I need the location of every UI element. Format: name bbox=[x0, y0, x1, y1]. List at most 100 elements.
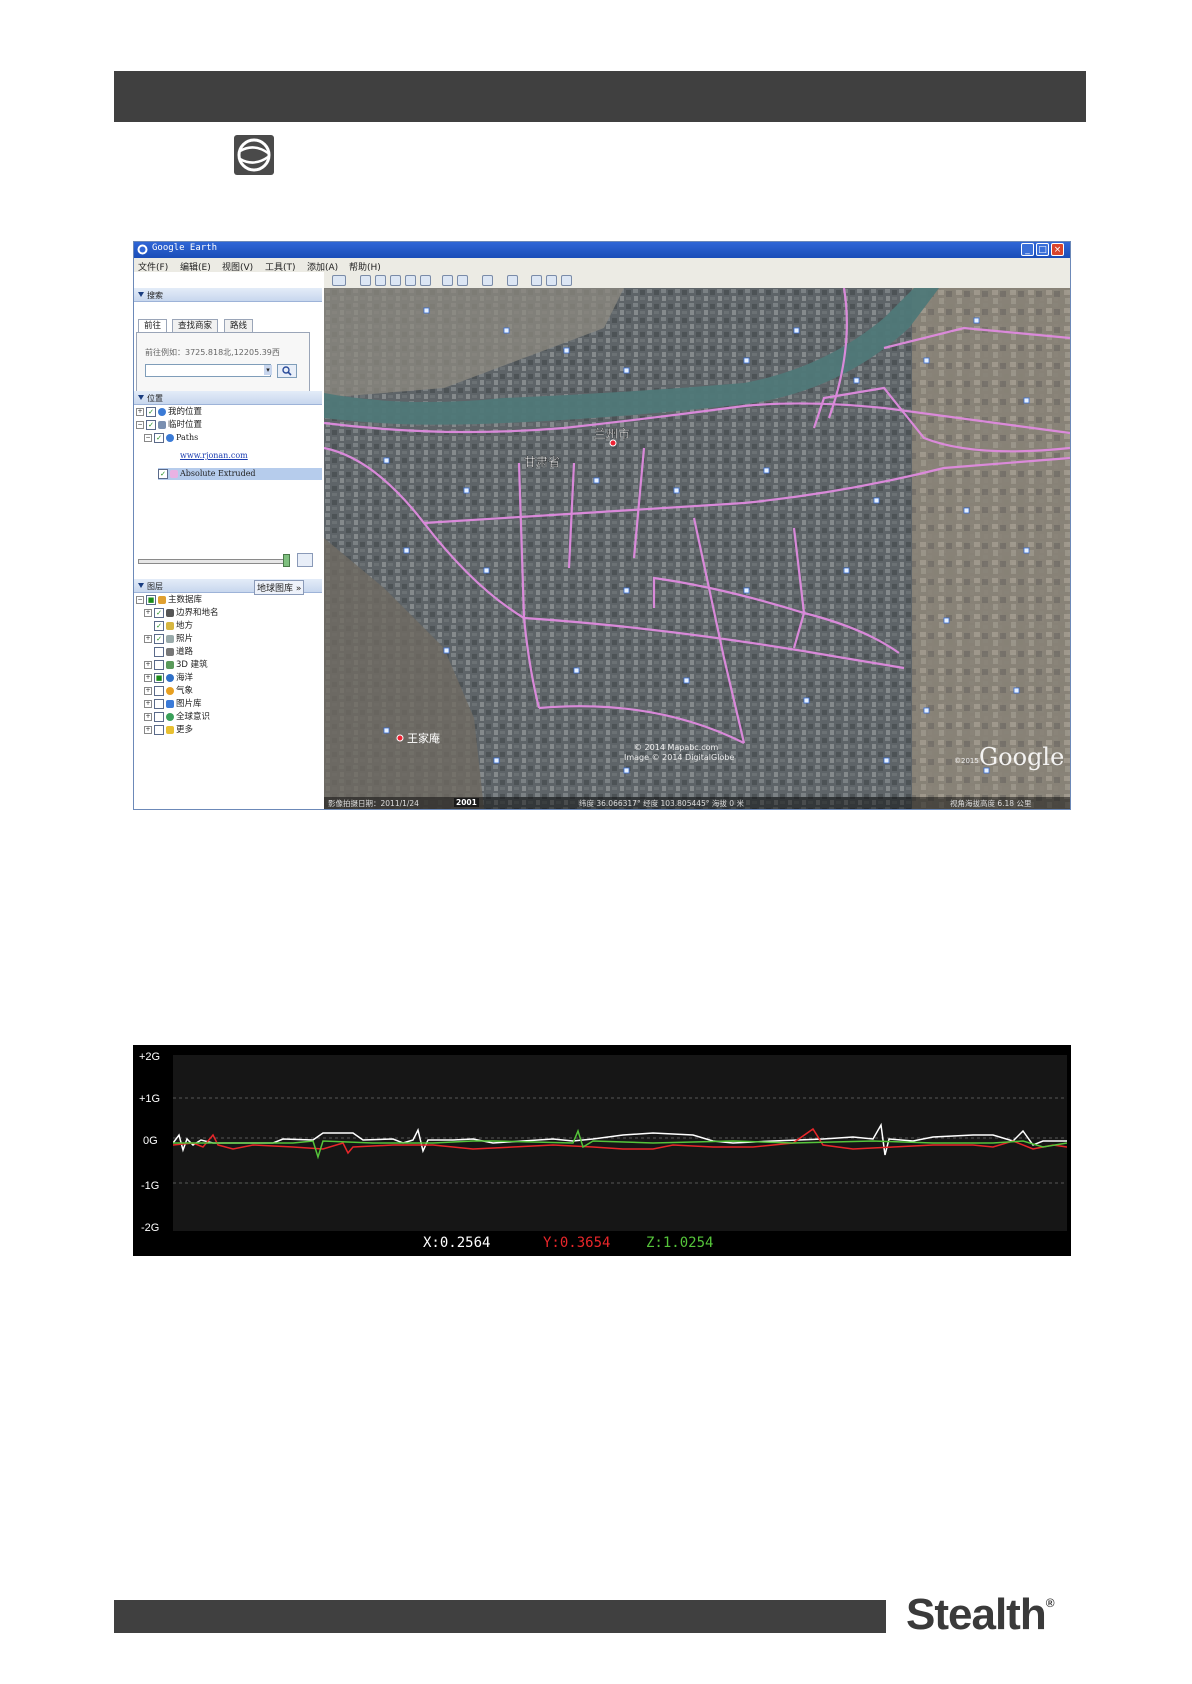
expand-icon[interactable]: − bbox=[136, 595, 144, 604]
expand-icon[interactable]: + bbox=[144, 725, 152, 734]
layer-global-awareness[interactable]: + 全球意识 bbox=[144, 711, 210, 723]
maps-icon[interactable] bbox=[561, 275, 572, 286]
y-label-minus-1g: -1G bbox=[141, 1180, 160, 1192]
minimize-button[interactable]: _ bbox=[1021, 243, 1034, 256]
ruler-icon[interactable] bbox=[507, 275, 518, 286]
path-icon bbox=[170, 469, 178, 478]
layer-more[interactable]: + 更多 bbox=[144, 724, 193, 736]
tour-icon[interactable] bbox=[420, 275, 431, 286]
expand-icon[interactable]: + bbox=[136, 407, 144, 416]
checkbox[interactable]: ✓ bbox=[158, 468, 168, 479]
coordinates: 纬度 36.066317° 经度 103.805445° 海拔 0 米 bbox=[579, 799, 744, 808]
polygon-icon[interactable] bbox=[375, 275, 386, 286]
close-button[interactable]: × bbox=[1051, 243, 1064, 256]
checkbox[interactable]: ✓ bbox=[154, 432, 164, 443]
title-bar: Google Earth _ □ × bbox=[134, 242, 1070, 258]
checkbox[interactable]: ✓ bbox=[154, 633, 164, 644]
historical-imagery-icon[interactable] bbox=[442, 275, 453, 286]
z-readout: Z:1.0254 bbox=[646, 1235, 714, 1251]
globe-icon bbox=[166, 433, 174, 442]
path-icon[interactable] bbox=[390, 275, 401, 286]
more-icon bbox=[166, 725, 174, 734]
tour-button[interactable] bbox=[297, 553, 313, 567]
app-icon bbox=[137, 244, 148, 255]
tab-find-business[interactable]: 查找商家 bbox=[172, 319, 219, 332]
checkbox[interactable] bbox=[154, 724, 164, 735]
maximize-button[interactable]: □ bbox=[1036, 243, 1049, 256]
layer-roads[interactable]: 道路 bbox=[154, 646, 193, 658]
checkbox[interactable] bbox=[154, 685, 164, 696]
slider-handle[interactable] bbox=[283, 554, 290, 567]
expand-icon[interactable]: + bbox=[144, 699, 152, 708]
checkbox[interactable]: ✓ bbox=[146, 406, 156, 417]
search-button[interactable] bbox=[277, 364, 297, 378]
checkbox[interactable]: ✓ bbox=[154, 620, 164, 631]
map-label-province: 甘肃省 bbox=[524, 455, 560, 469]
map-label-town: 王家庵 bbox=[407, 731, 440, 745]
map-year-badge: ©2015 bbox=[954, 757, 979, 765]
historical-year-badge[interactable]: 2001 bbox=[454, 798, 479, 807]
google-watermark: Google bbox=[979, 743, 1064, 771]
expand-icon[interactable]: − bbox=[144, 433, 152, 442]
ocean-icon bbox=[166, 673, 174, 682]
y-label-plus-2g: +2G bbox=[139, 1051, 161, 1063]
earth-gallery-button[interactable]: 地球图库 » bbox=[254, 580, 305, 595]
y-label-plus-1g: +1G bbox=[139, 1093, 161, 1105]
layer-places[interactable]: ✓ 地方 bbox=[154, 620, 193, 632]
layer-weather[interactable]: + 气象 bbox=[144, 685, 193, 697]
footer-bar bbox=[114, 1600, 886, 1633]
checkbox[interactable] bbox=[154, 646, 164, 657]
expand-icon[interactable]: + bbox=[144, 634, 152, 643]
expand-icon[interactable]: + bbox=[144, 712, 152, 721]
checkbox[interactable]: ✓ bbox=[146, 419, 156, 430]
layer-photos[interactable]: + ✓ 照片 bbox=[144, 633, 193, 645]
database-icon bbox=[158, 595, 166, 604]
google-earth-icon bbox=[234, 135, 274, 175]
tab-fly-to[interactable]: 前往 bbox=[138, 319, 168, 332]
tab-directions[interactable]: 路线 bbox=[224, 319, 254, 332]
overlay-icon[interactable] bbox=[405, 275, 416, 286]
map-view[interactable]: 兰州市 甘肃省 王家庵 © 2014 Mapabc.com Image © 20… bbox=[324, 288, 1070, 809]
checkbox[interactable] bbox=[154, 698, 164, 709]
search-panel-header[interactable]: 搜索 bbox=[134, 288, 322, 302]
buildings-icon bbox=[166, 660, 174, 669]
expand-icon[interactable]: − bbox=[136, 420, 144, 429]
place-my-places[interactable]: + ✓ 我的位置 bbox=[136, 406, 202, 418]
transparency-slider[interactable] bbox=[138, 559, 290, 564]
flag-icon bbox=[166, 608, 174, 617]
map-label-city: 兰州市 bbox=[594, 426, 630, 441]
side-panel: 搜索 前往 查找商家 路线 前往例如：3725.818北,12205.39西 ▾… bbox=[134, 272, 324, 809]
chevron-down-icon[interactable]: ▾ bbox=[264, 365, 272, 375]
expand-icon[interactable]: + bbox=[144, 608, 152, 617]
layer-gallery[interactable]: + 图片库 bbox=[144, 698, 202, 710]
expand-icon[interactable]: + bbox=[144, 686, 152, 695]
places-panel-header[interactable]: 位置 bbox=[134, 391, 322, 405]
layer-primary-database[interactable]: − ■ 主数据库 bbox=[136, 594, 202, 606]
star-icon bbox=[166, 699, 174, 708]
globe-icon bbox=[166, 712, 174, 721]
map-status-bar: 影像拍摄日期：2011/1/24 2001 纬度 36.066317° 经度 1… bbox=[324, 797, 1070, 809]
print-icon[interactable] bbox=[546, 275, 557, 286]
search-input[interactable] bbox=[145, 364, 271, 377]
checkbox[interactable]: ✓ bbox=[154, 607, 164, 618]
layer-borders[interactable]: + ✓ 边界和地名 bbox=[144, 607, 219, 619]
checkbox[interactable] bbox=[154, 711, 164, 722]
layer-3d-buildings[interactable]: +3D 建筑 bbox=[144, 659, 208, 671]
placemark-icon[interactable] bbox=[360, 275, 371, 286]
checkbox[interactable]: ■ bbox=[146, 594, 156, 605]
sun-icon[interactable] bbox=[457, 275, 468, 286]
planets-icon[interactable] bbox=[482, 275, 493, 286]
expand-icon[interactable]: + bbox=[144, 660, 152, 669]
place-link[interactable]: www.rjonan.com bbox=[180, 450, 248, 462]
map-copyright-2: Image © 2014 DigitalGlobe bbox=[624, 753, 734, 762]
email-icon[interactable] bbox=[531, 275, 542, 286]
place-temporary[interactable]: − ✓ 临时位置 bbox=[136, 419, 202, 431]
layer-ocean[interactable]: + ■ 海洋 bbox=[144, 672, 193, 684]
expand-icon[interactable]: + bbox=[144, 673, 152, 682]
sidebar-toggle-icon[interactable] bbox=[332, 275, 346, 286]
roads-icon bbox=[166, 647, 174, 656]
checkbox[interactable] bbox=[154, 659, 164, 670]
checkbox[interactable]: ■ bbox=[154, 672, 164, 683]
place-paths[interactable]: − ✓ Paths bbox=[144, 432, 198, 444]
place-absolute-extruded[interactable]: ✓ Absolute Extruded bbox=[158, 468, 322, 480]
